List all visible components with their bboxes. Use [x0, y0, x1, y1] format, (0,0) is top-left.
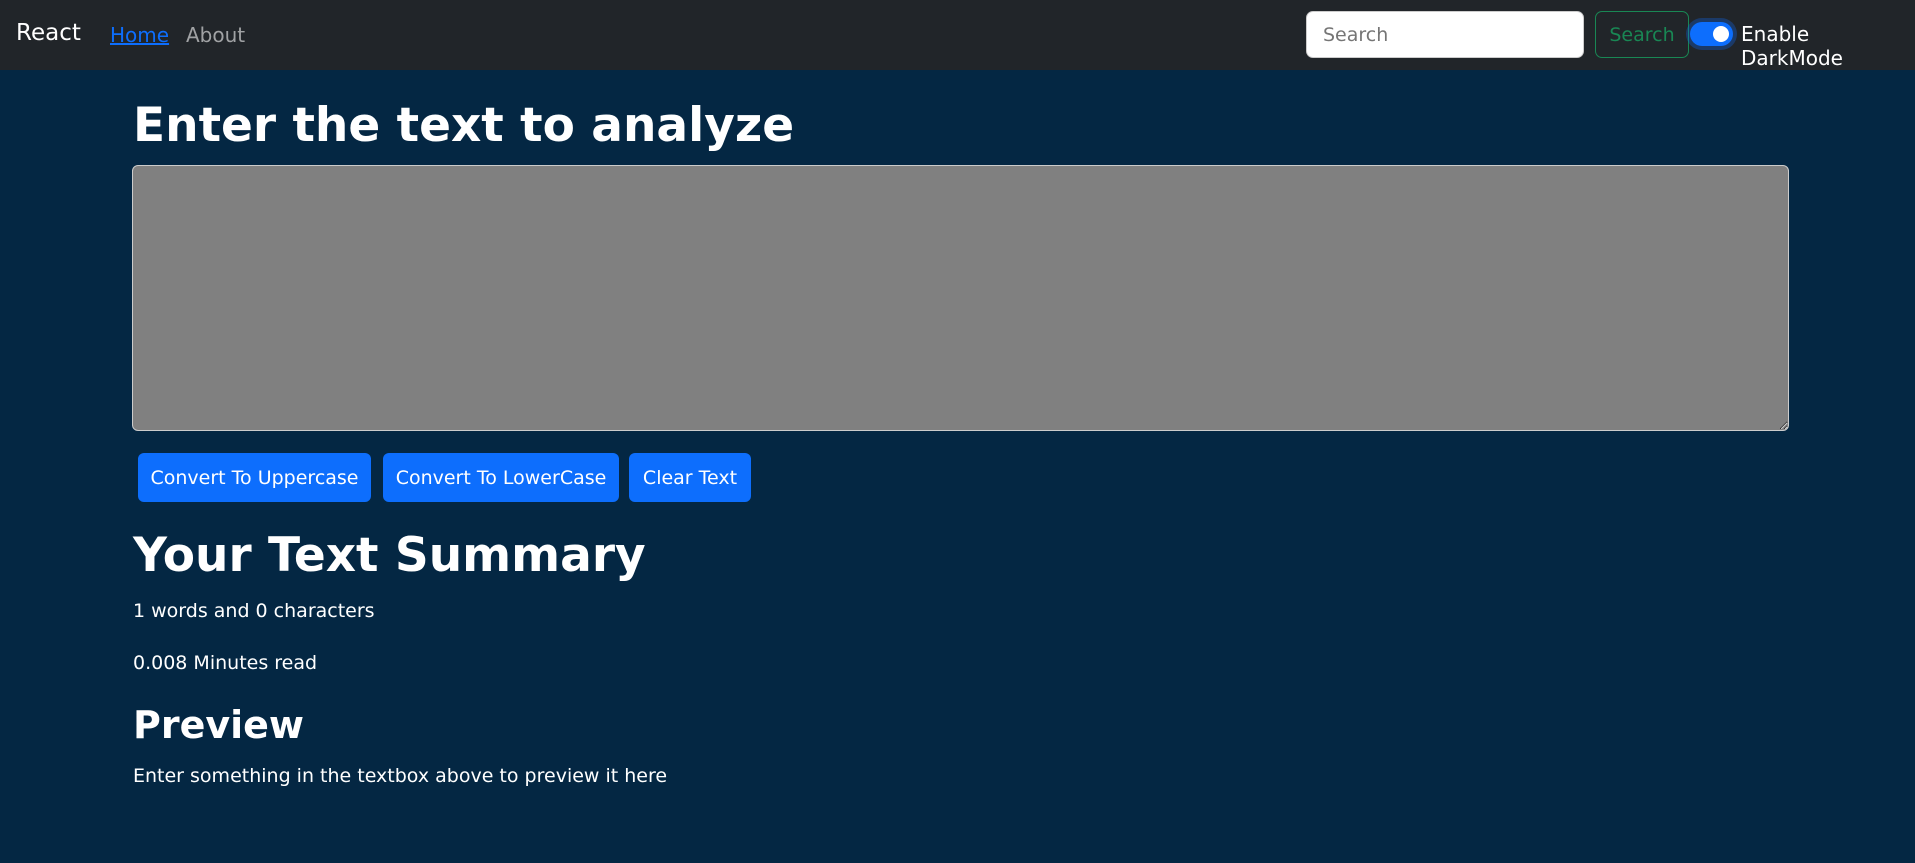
summary-heading: Your Text Summary — [133, 528, 646, 583]
preview-heading: Preview — [133, 703, 305, 747]
lowercase-button[interactable]: Convert To LowerCase — [383, 453, 619, 502]
search-input[interactable] — [1306, 11, 1584, 58]
brand-link[interactable]: React — [16, 20, 81, 46]
word-count: 1 words and 0 characters — [133, 600, 375, 622]
text-input-area[interactable] — [132, 165, 1789, 431]
darkmode-toggle[interactable] — [1690, 22, 1733, 46]
navbar: React Home About Search Enable DarkMode — [0, 0, 1915, 70]
nav-link-about[interactable]: About — [186, 23, 245, 47]
clear-text-button[interactable]: Clear Text — [629, 453, 751, 502]
read-time: 0.008 Minutes read — [133, 652, 318, 674]
search-button[interactable]: Search — [1595, 11, 1689, 58]
preview-text: Enter something in the textbox above to … — [133, 765, 668, 787]
uppercase-button[interactable]: Convert To Uppercase — [138, 453, 371, 502]
page-title: Enter the text to analyze — [133, 98, 795, 153]
darkmode-label[interactable]: Enable DarkMode — [1741, 22, 1915, 70]
nav-link-home[interactable]: Home — [110, 23, 169, 47]
